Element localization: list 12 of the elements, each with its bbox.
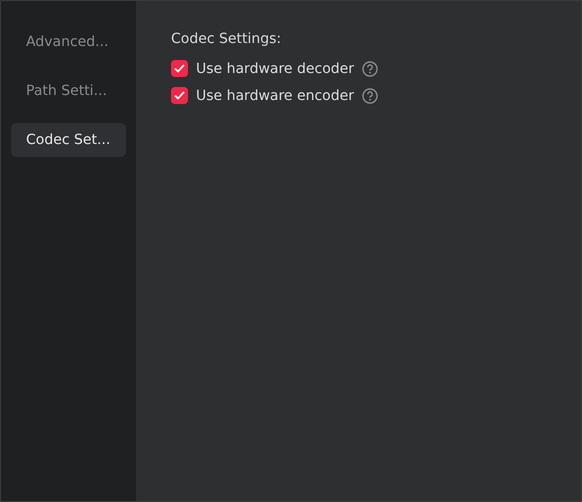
sidebar-item[interactable]: Path Setti... — [11, 74, 126, 108]
help-icon[interactable] — [362, 60, 378, 76]
checkmark-icon — [174, 91, 185, 100]
checkmark-icon — [174, 64, 185, 73]
sidebar-item[interactable]: Codec Set... — [11, 123, 126, 157]
help-icon[interactable] — [362, 88, 378, 104]
section-title: Codec Settings: — [171, 31, 282, 47]
checkbox-label: Use hardware encoder — [196, 88, 354, 104]
checkbox[interactable] — [171, 87, 188, 104]
checkbox[interactable] — [171, 60, 188, 77]
sidebar-item[interactable]: Advanced... — [11, 25, 126, 59]
checkbox-label: Use hardware decoder — [196, 60, 354, 76]
